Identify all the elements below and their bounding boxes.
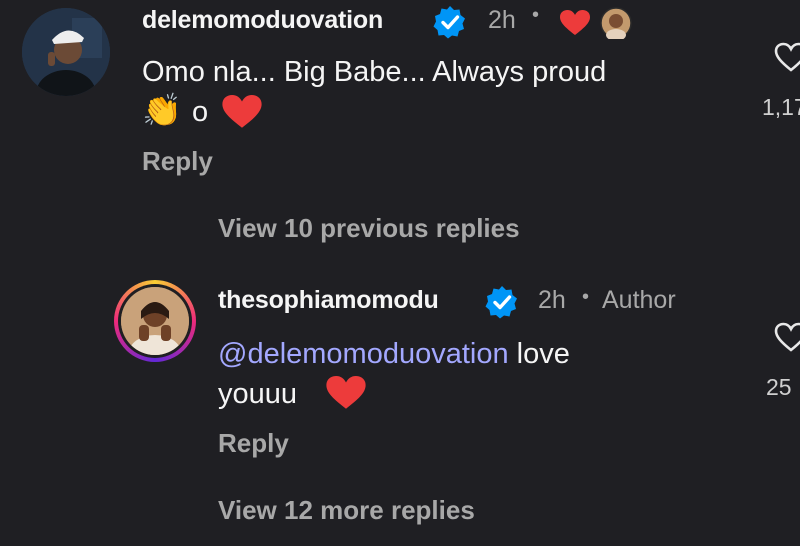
comment-like-count: 1,17: [762, 94, 800, 120]
mention-link[interactable]: @delemomoduovation: [218, 338, 509, 370]
commenter-username[interactable]: delemomoduovation: [142, 6, 383, 35]
verified-badge-icon: [433, 6, 465, 39]
comment-reply-button[interactable]: Reply: [142, 146, 213, 177]
person-avatar-icon: [121, 287, 189, 355]
author-avatar: [121, 287, 189, 355]
meta-separator: •: [532, 4, 540, 26]
heart-outline-icon[interactable]: [774, 42, 800, 72]
commenter-avatar[interactable]: [22, 8, 110, 96]
red-heart-emoji-icon: [222, 95, 262, 128]
heart-outline-icon[interactable]: [774, 322, 800, 352]
red-heart-emoji-icon: [326, 376, 366, 409]
reply-text-after-mention: love: [508, 338, 570, 370]
meta-separator: •: [582, 286, 590, 308]
reply-text-line1: @delemomoduovation love: [218, 334, 570, 374]
author-liked-avatar-icon: [600, 7, 632, 39]
red-heart-icon: [560, 10, 590, 35]
author-username[interactable]: thesophiamomodu: [218, 286, 439, 315]
comment-text-line1: Omo nla... Big Babe... Always proud: [142, 56, 607, 88]
reply-like-count: 25: [766, 374, 792, 400]
reply-time: 2h: [538, 286, 566, 314]
author-label: Author: [602, 286, 676, 314]
comment-time: 2h: [488, 6, 516, 34]
reply-reply-button[interactable]: Reply: [218, 428, 289, 459]
person-avatar-icon: [22, 8, 110, 96]
clapping-hands-icon: 👏: [142, 92, 182, 128]
comment-text-line2: o: [192, 96, 209, 128]
verified-badge-icon: [485, 286, 517, 319]
view-previous-replies-button[interactable]: View 10 previous replies: [218, 213, 520, 244]
author-avatar-ring[interactable]: [114, 280, 196, 362]
view-more-replies-button[interactable]: View 12 more replies: [218, 495, 475, 526]
reply-text-line2: youuu: [218, 378, 298, 410]
